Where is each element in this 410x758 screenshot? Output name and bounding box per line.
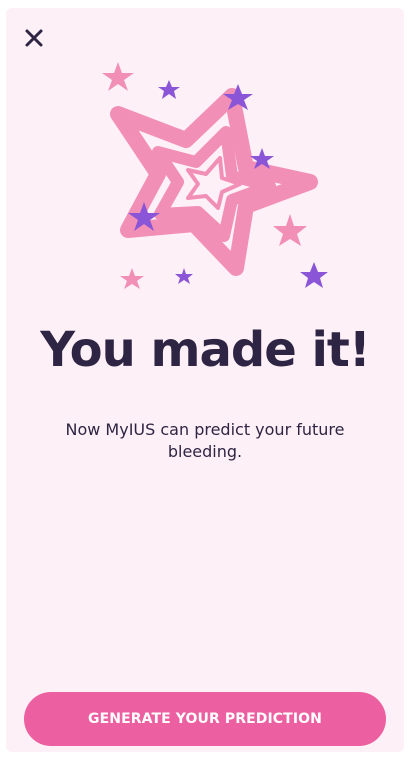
sparkle-star-icon — [102, 62, 134, 91]
sparkle-star-icon — [273, 214, 307, 246]
sparkle-star-icon — [158, 80, 180, 99]
sparkle-star-icon — [300, 262, 328, 288]
sparkle-star-icon — [175, 268, 193, 284]
close-icon — [25, 29, 43, 47]
star-burst-illustration — [102, 62, 328, 289]
success-screen: You made it! Now MyIUS can predict your … — [6, 8, 404, 752]
close-button[interactable] — [20, 24, 48, 52]
subtitle-text: Now MyIUS can predict your future bleedi… — [65, 420, 345, 461]
page-title: You made it! — [40, 322, 371, 378]
generate-prediction-button[interactable]: GENERATE YOUR PREDICTION — [24, 692, 386, 746]
sparkle-star-icon — [120, 268, 144, 289]
